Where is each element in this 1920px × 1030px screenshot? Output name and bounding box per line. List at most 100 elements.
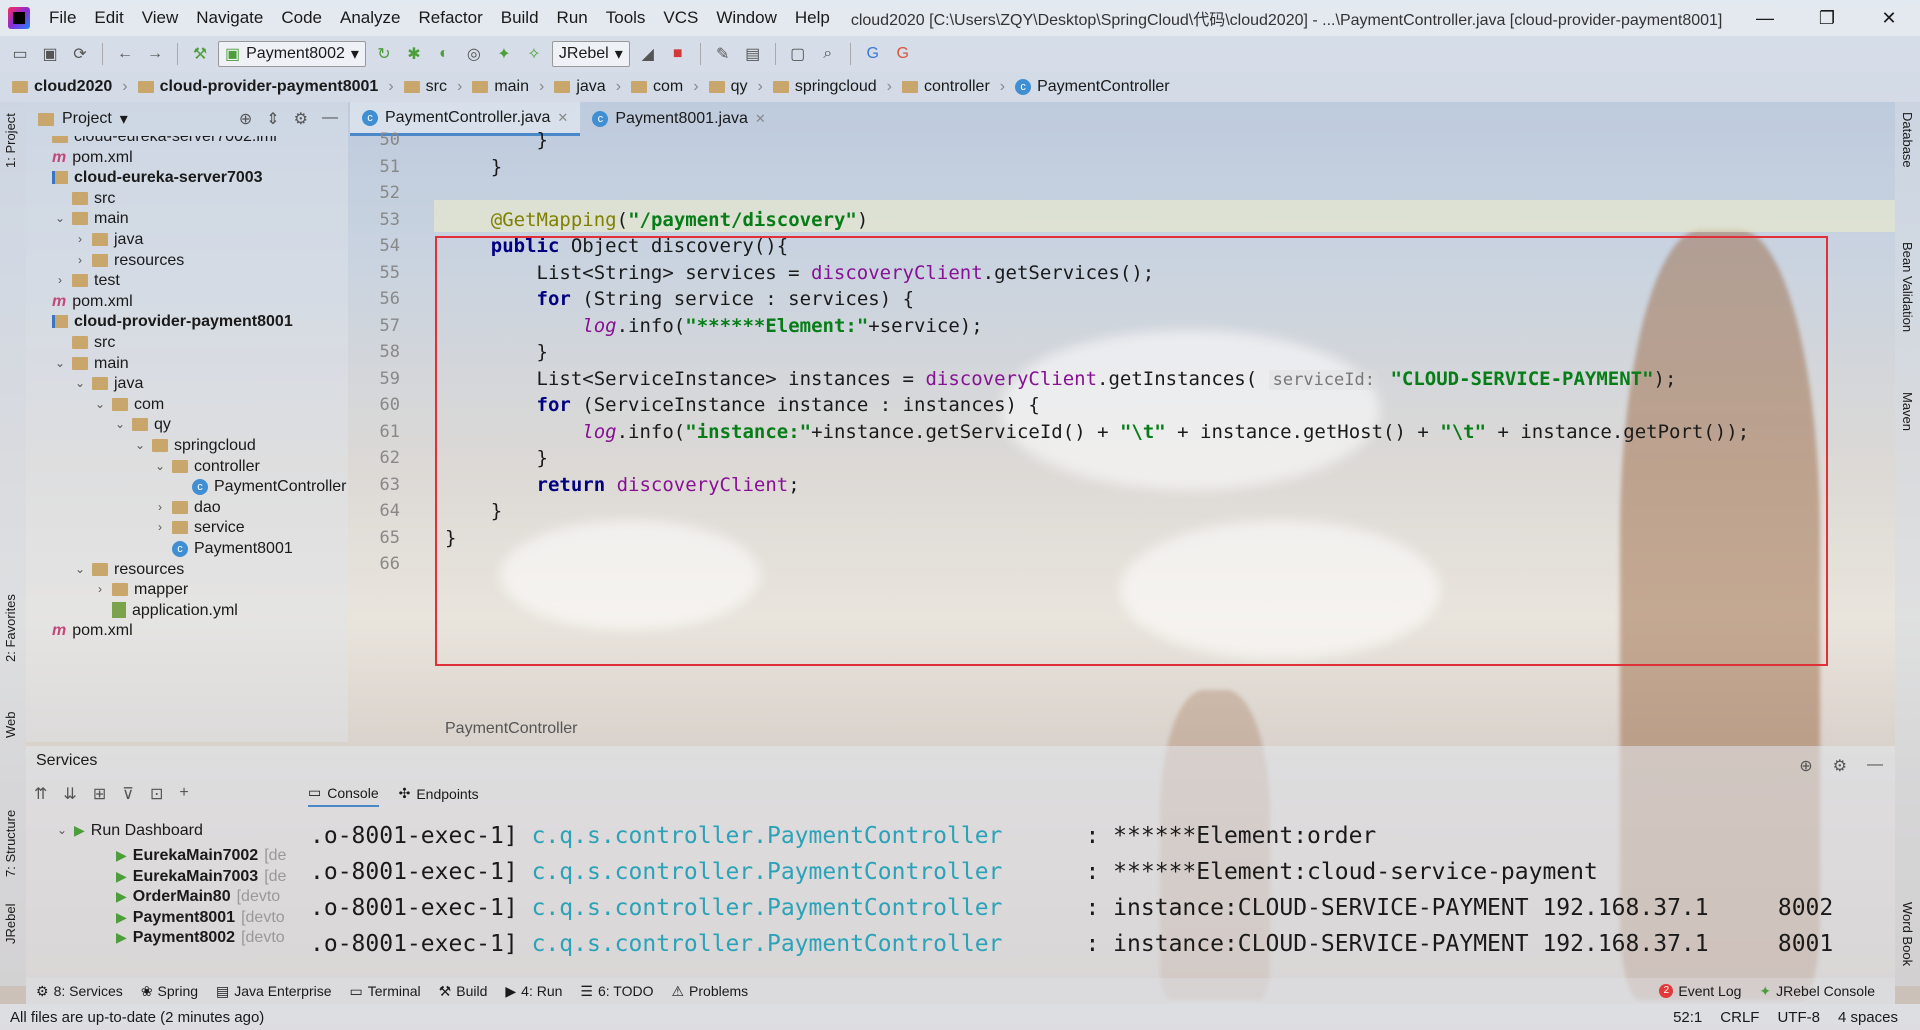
new-tab-icon[interactable]: ⊡ xyxy=(150,784,163,804)
attach-icon[interactable]: ◢ xyxy=(636,42,660,66)
translate-alt-icon[interactable]: G xyxy=(891,42,915,66)
close-icon[interactable]: ✕ xyxy=(557,110,568,126)
expand-all-icon[interactable]: ⇈ xyxy=(34,784,47,804)
tab-word-book[interactable]: Word Book xyxy=(1900,902,1915,966)
jrebel-console-tab[interactable]: ✦ JRebel Console xyxy=(1759,983,1895,1000)
menu-item-analyze[interactable]: Analyze xyxy=(331,0,409,36)
sync-icon[interactable]: ⟳ xyxy=(68,42,92,66)
save-icon[interactable]: ▣ xyxy=(38,42,62,66)
profile-icon[interactable]: ◎ xyxy=(462,42,486,66)
chevron-down-icon[interactable]: ⌄ xyxy=(114,412,126,437)
locate-icon[interactable]: ⊕ xyxy=(239,109,252,129)
minimize-button[interactable]: — xyxy=(1734,0,1796,36)
line-separator[interactable]: CRLF xyxy=(1720,1009,1759,1026)
search-icon[interactable]: ⌕ xyxy=(816,42,840,66)
locate-icon[interactable]: ⊕ xyxy=(1799,756,1812,776)
breadcrumb-item[interactable]: c PaymentController xyxy=(1015,78,1180,96)
console-logger[interactable]: c.q.s.controller.PaymentController xyxy=(532,931,1003,957)
translate-icon[interactable]: G xyxy=(861,42,885,66)
chevron-down-icon[interactable]: ⌄ xyxy=(54,351,66,376)
console-logger[interactable]: c.q.s.controller.PaymentController xyxy=(532,859,1003,885)
editor-footer-breadcrumb[interactable]: PaymentController xyxy=(445,720,578,738)
bottom-tab[interactable]: ❀ Spring xyxy=(141,983,198,1000)
bottom-tab[interactable]: ▶ 4: Run xyxy=(505,983,562,1000)
bottom-tab[interactable]: ☰ 6: TODO xyxy=(580,983,653,1000)
open-folder-icon[interactable]: ▭ xyxy=(8,42,32,66)
gear-icon[interactable]: ⚙ xyxy=(1833,756,1847,776)
menu-item-refactor[interactable]: Refactor xyxy=(409,0,491,36)
add-icon[interactable]: + xyxy=(179,784,188,804)
forward-icon[interactable]: → xyxy=(143,42,167,66)
close-button[interactable]: ✕ xyxy=(1858,0,1920,36)
rerun-icon[interactable]: ↻ xyxy=(372,42,396,66)
chevron-down-icon[interactable]: ⌄ xyxy=(134,433,146,458)
terminal-icon[interactable]: ▢ xyxy=(786,42,810,66)
tab-favorites[interactable]: 2: Favorites xyxy=(3,594,18,662)
indent-setting[interactable]: 4 spaces xyxy=(1838,1009,1898,1026)
bottom-tab[interactable]: ⚠ Problems xyxy=(671,983,748,1000)
console-logger[interactable]: c.q.s.controller.PaymentController xyxy=(532,823,1003,849)
console-logger[interactable]: c.q.s.controller.PaymentController xyxy=(532,895,1003,921)
breadcrumb-item[interactable]: controller › xyxy=(901,78,1015,96)
chevron-down-icon[interactable]: ⌄ xyxy=(94,392,106,417)
caret-position[interactable]: 52:1 xyxy=(1673,1009,1702,1026)
menu-item-code[interactable]: Code xyxy=(272,0,331,36)
breadcrumb-item[interactable]: cloud2020 › xyxy=(12,78,138,96)
settings-wrench-icon[interactable]: ✎ xyxy=(711,42,735,66)
debug-icon[interactable]: ✱ xyxy=(402,42,426,66)
collapse-all-icon[interactable]: ⇕ xyxy=(266,109,279,129)
service-app-item[interactable]: ▶ Payment8002 [devto xyxy=(116,925,285,950)
hide-icon[interactable]: — xyxy=(1867,756,1883,776)
menu-item-run[interactable]: Run xyxy=(548,0,597,36)
stop-icon[interactable]: ■ xyxy=(666,42,690,66)
menu-item-file[interactable]: File xyxy=(40,0,85,36)
bottom-tab[interactable]: ⚙ 8: Services xyxy=(36,983,123,1000)
jrebel-run-icon[interactable]: ✦ xyxy=(492,42,516,66)
console-output[interactable]: .o-8001-exec-1] c.q.s.controller.Payment… xyxy=(310,818,1870,968)
jrebel-debug-icon[interactable]: ✧ xyxy=(522,42,546,66)
close-icon[interactable]: ✕ xyxy=(755,111,766,127)
tab-bean-validation[interactable]: Bean Validation xyxy=(1900,242,1915,332)
tree-item[interactable]: m pom.xml xyxy=(34,618,133,643)
chevron-down-icon[interactable]: ▾ xyxy=(120,109,128,129)
breadcrumb-item[interactable]: java › xyxy=(554,78,631,96)
group-icon[interactable]: ⊞ xyxy=(93,784,106,804)
collapse-all-icon[interactable]: ⇊ xyxy=(63,784,76,804)
console-tab[interactable]: ▭ Console xyxy=(308,784,379,807)
menu-item-build[interactable]: Build xyxy=(492,0,548,36)
coverage-icon[interactable]: ◐ xyxy=(432,42,456,66)
hide-icon[interactable]: — xyxy=(322,109,338,129)
run-config-select[interactable]: ▣ Payment8002 ▾ xyxy=(218,41,366,67)
menu-item-navigate[interactable]: Navigate xyxy=(187,0,272,36)
project-view-label[interactable]: Project xyxy=(62,110,112,128)
chevron-down-icon[interactable]: ⌄ xyxy=(154,454,166,479)
tab-project[interactable]: 1: Project xyxy=(3,113,18,168)
event-log-tab[interactable]: 2 Event Log xyxy=(1659,983,1741,999)
breadcrumb-item[interactable]: cloud-provider-payment8001 › xyxy=(137,78,404,96)
chevron-down-icon[interactable]: ⌄ xyxy=(54,206,66,231)
tab-structure[interactable]: 7: Structure xyxy=(3,810,18,877)
breadcrumb-item[interactable]: main › xyxy=(472,78,554,96)
jrebel-select[interactable]: JRebel ▾ xyxy=(551,41,630,67)
tab-database[interactable]: Database xyxy=(1900,112,1915,168)
bottom-tab[interactable]: ▭ Terminal xyxy=(350,983,421,1000)
back-icon[interactable]: ← xyxy=(113,42,137,66)
menu-item-edit[interactable]: Edit xyxy=(85,0,132,36)
menu-item-view[interactable]: View xyxy=(133,0,188,36)
menu-item-tools[interactable]: Tools xyxy=(597,0,655,36)
chevron-down-icon[interactable]: ⌄ xyxy=(74,371,86,396)
breadcrumb-item[interactable]: src › xyxy=(403,78,473,96)
bottom-tab[interactable]: ▤ Java Enterprise xyxy=(216,983,332,1000)
breadcrumb-item[interactable]: qy › xyxy=(708,78,773,96)
menu-item-vcs[interactable]: VCS xyxy=(654,0,707,36)
tab-maven[interactable]: Maven xyxy=(1900,392,1915,431)
project-structure-icon[interactable]: ▤ xyxy=(741,42,765,66)
breadcrumb-item[interactable]: com › xyxy=(631,78,709,96)
tab-jrebel[interactable]: JRebel xyxy=(3,904,18,944)
tab-web[interactable]: Web xyxy=(3,712,18,739)
chevron-down-icon[interactable]: ⌄ xyxy=(74,557,86,582)
build-hammer-icon[interactable]: ⚒ xyxy=(188,42,212,66)
chevron-down-icon[interactable]: ⌄ xyxy=(56,818,68,843)
file-encoding[interactable]: UTF-8 xyxy=(1777,1009,1820,1026)
bottom-tab[interactable]: ⚒ Build xyxy=(439,983,488,1000)
